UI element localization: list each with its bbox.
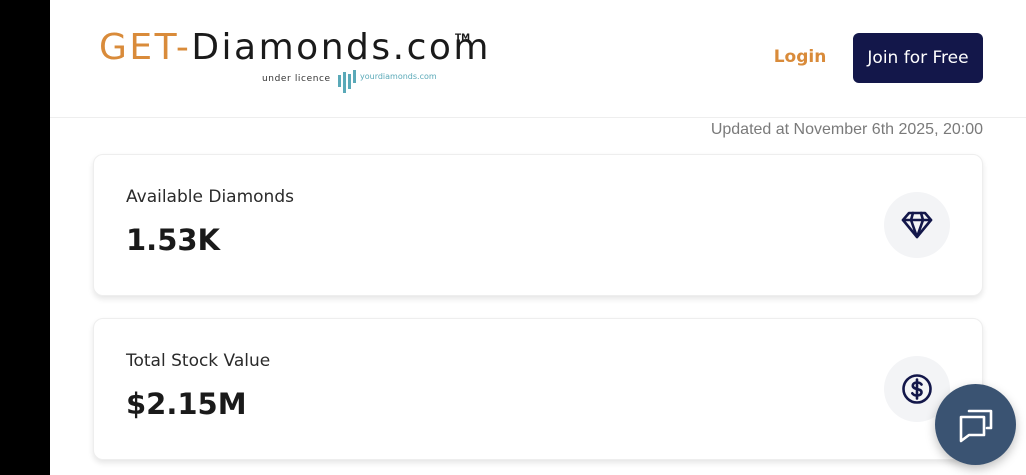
logo-name: Diamonds.com: [191, 27, 491, 68]
stat-value: $2.15M: [126, 387, 247, 421]
stat-card-total-stock-value: Total Stock Value $2.15M: [93, 318, 983, 460]
logo-wordmark: GET-Diamonds.com: [99, 28, 491, 68]
stat-value: 1.53K: [126, 223, 221, 257]
page: GET-Diamonds.com TM under licence yourdi…: [50, 0, 1026, 475]
updated-timestamp: Updated at November 6th 2025, 20:00: [710, 121, 983, 138]
diamond-icon: [901, 211, 933, 239]
left-black-bar: [0, 0, 50, 475]
login-link[interactable]: Login: [764, 47, 836, 71]
site-header: GET-Diamonds.com TM under licence yourdi…: [50, 0, 1026, 118]
partner-text: yourdiamonds.com: [360, 72, 437, 81]
trademark-symbol: TM: [455, 33, 471, 43]
dollar-circle-icon: [902, 374, 932, 404]
stat-label: Total Stock Value: [126, 351, 271, 371]
chat-button[interactable]: [935, 384, 1016, 465]
licence-text: under licence: [262, 74, 331, 84]
site-logo[interactable]: GET-Diamonds.com TM under licence yourdi…: [99, 28, 488, 98]
join-for-free-button[interactable]: Join for Free: [853, 33, 983, 83]
logo-prefix: GET-: [99, 27, 192, 68]
logo-licence-line: under licence yourdiamonds.com: [262, 69, 482, 93]
diamond-icon-badge: [884, 192, 950, 258]
stat-card-available-diamonds: Available Diamonds 1.53K: [93, 154, 983, 296]
stat-label: Available Diamonds: [126, 187, 294, 207]
yourdiamonds-logo-icon: [338, 70, 356, 93]
chat-icon: [959, 409, 992, 442]
